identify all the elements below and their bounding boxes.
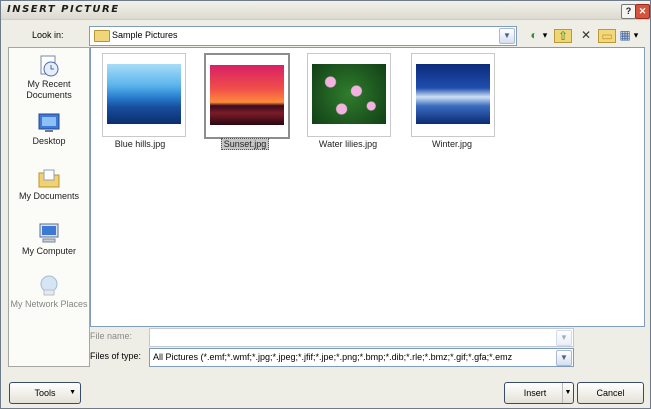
help-button[interactable]: ? xyxy=(621,4,636,19)
desktop-icon xyxy=(38,113,60,132)
file-thumbnail[interactable] xyxy=(102,53,186,137)
file-name-label: File name: xyxy=(90,331,133,341)
look-in-label: Look in: xyxy=(32,30,64,40)
places-bar: My Recent Documents Desktop My Documents… xyxy=(8,47,90,367)
chevron-down-icon[interactable]: ▼ xyxy=(499,28,515,44)
insert-button[interactable]: Insert ▼ xyxy=(504,382,574,404)
place-desktop[interactable]: Desktop xyxy=(9,111,89,147)
chevron-down-icon[interactable]: ▼ xyxy=(556,330,572,346)
close-button[interactable]: ✕ xyxy=(635,4,650,19)
views-arrow-icon[interactable]: ▾ xyxy=(632,27,640,43)
my-documents-icon xyxy=(38,169,60,188)
views-icon[interactable]: ▦ xyxy=(618,27,632,43)
winter-image xyxy=(416,64,490,124)
file-name[interactable]: Water lilies.jpg xyxy=(298,139,398,149)
look-in-dropdown[interactable]: Sample Pictures ▼ xyxy=(89,26,517,46)
place-label: My Computer xyxy=(21,246,76,256)
dialog-title: INSERT PICTURE xyxy=(7,4,120,15)
file-name[interactable]: Blue hills.jpg xyxy=(90,139,190,149)
files-of-type-dropdown[interactable]: All Pictures (*.emf;*.wmf;*.jpg;*.jpeg;*… xyxy=(149,348,574,367)
place-label: My Documents xyxy=(18,191,80,201)
file-thumbnail[interactable] xyxy=(411,53,495,137)
up-folder-icon[interactable]: ⇧ xyxy=(554,29,572,43)
files-of-type-label: Files of type: xyxy=(90,351,142,361)
place-my-network-places[interactable]: My Network Places xyxy=(9,274,89,310)
place-label: Desktop xyxy=(32,136,66,146)
file-name-input[interactable]: ▼ xyxy=(149,328,574,347)
file-name-selected[interactable]: Sunset.jpg xyxy=(195,138,295,150)
place-label: My Recent Documents xyxy=(26,79,72,100)
file-name[interactable]: Winter.jpg xyxy=(402,139,502,149)
new-folder-icon[interactable]: ▭ xyxy=(598,29,616,43)
delete-icon[interactable]: ✕ xyxy=(579,27,593,43)
files-of-type-value: All Pictures (*.emf;*.wmf;*.jpg;*.jpeg;*… xyxy=(153,352,513,362)
recent-documents-icon xyxy=(40,55,59,77)
tools-button[interactable]: Tools ▼ xyxy=(9,382,81,404)
folder-icon xyxy=(94,30,110,42)
place-my-documents[interactable]: My Documents xyxy=(9,166,89,202)
sunset-image xyxy=(210,65,284,125)
place-my-recent-documents[interactable]: My Recent Documents xyxy=(9,54,89,101)
chevron-down-icon: ▼ xyxy=(69,389,76,396)
cancel-button[interactable]: Cancel xyxy=(577,382,644,404)
place-label: My Network Places xyxy=(10,299,88,309)
back-icon[interactable]: ◐ xyxy=(527,27,541,43)
place-my-computer[interactable]: My Computer xyxy=(9,221,89,257)
insert-options-arrow[interactable]: ▼ xyxy=(562,383,573,403)
look-in-value: Sample Pictures xyxy=(112,30,178,40)
chevron-down-icon[interactable]: ▼ xyxy=(556,350,572,366)
dropdown-arrow-icon[interactable]: ▾ xyxy=(541,27,549,43)
file-thumbnail-selected[interactable] xyxy=(204,53,290,139)
title-bar: INSERT PICTURE ? ✕ xyxy=(1,1,650,20)
my-computer-icon xyxy=(39,223,59,243)
insert-picture-dialog: INSERT PICTURE ? ✕ Look in: Sample Pictu… xyxy=(0,0,651,409)
water-lilies-image xyxy=(312,64,386,124)
file-thumbnail[interactable] xyxy=(307,53,391,137)
blue-hills-image xyxy=(107,64,181,124)
file-list-view[interactable]: Blue hills.jpg Sunset.jpg Water lilies.j… xyxy=(90,47,645,327)
network-places-icon xyxy=(40,275,58,296)
